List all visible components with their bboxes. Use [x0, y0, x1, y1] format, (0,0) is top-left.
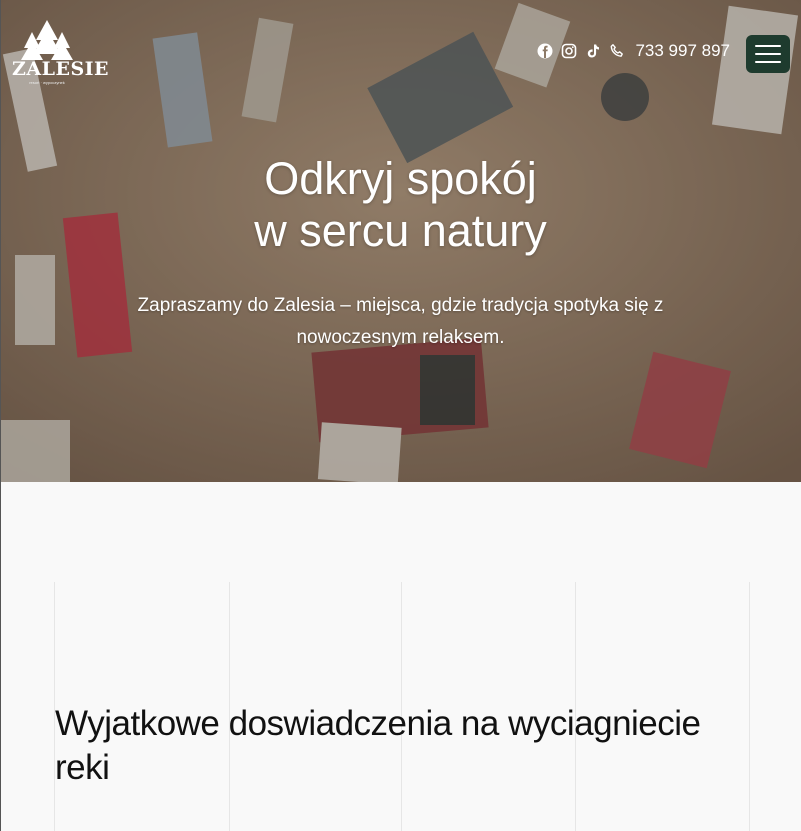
page-left-border: [0, 0, 1, 831]
hero-title-line-2: w sercu natury: [254, 205, 547, 256]
menu-button[interactable]: [746, 35, 790, 73]
logo-text[interactable]: ZALESIE: [12, 58, 109, 80]
logo-tagline: resort · wypoczynek: [29, 80, 65, 85]
phone-number-link[interactable]: 733 997 897: [635, 41, 730, 61]
header-contact-bar: 733 997 897: [537, 41, 730, 61]
phone-icon[interactable]: [609, 43, 625, 59]
facebook-icon[interactable]: [537, 43, 553, 59]
hero-title-line-1: Odkryj spokój: [264, 153, 537, 204]
tiktok-icon[interactable]: [585, 43, 601, 59]
hamburger-line: [755, 45, 781, 47]
section-title: Wyjatkowe doswiadczenia na wyciagniecie …: [55, 704, 701, 787]
hero-section: ZALESIE resort · wypoczynek 733 997 897 …: [0, 0, 801, 482]
hero-title: Odkryj spokój w sercu natury: [0, 153, 801, 257]
hero-subtitle: Zapraszamy do Zalesia – miejsca, gdzie t…: [137, 295, 664, 348]
hamburger-line: [755, 53, 781, 55]
hamburger-line: [755, 61, 781, 63]
instagram-icon[interactable]: [561, 43, 577, 59]
